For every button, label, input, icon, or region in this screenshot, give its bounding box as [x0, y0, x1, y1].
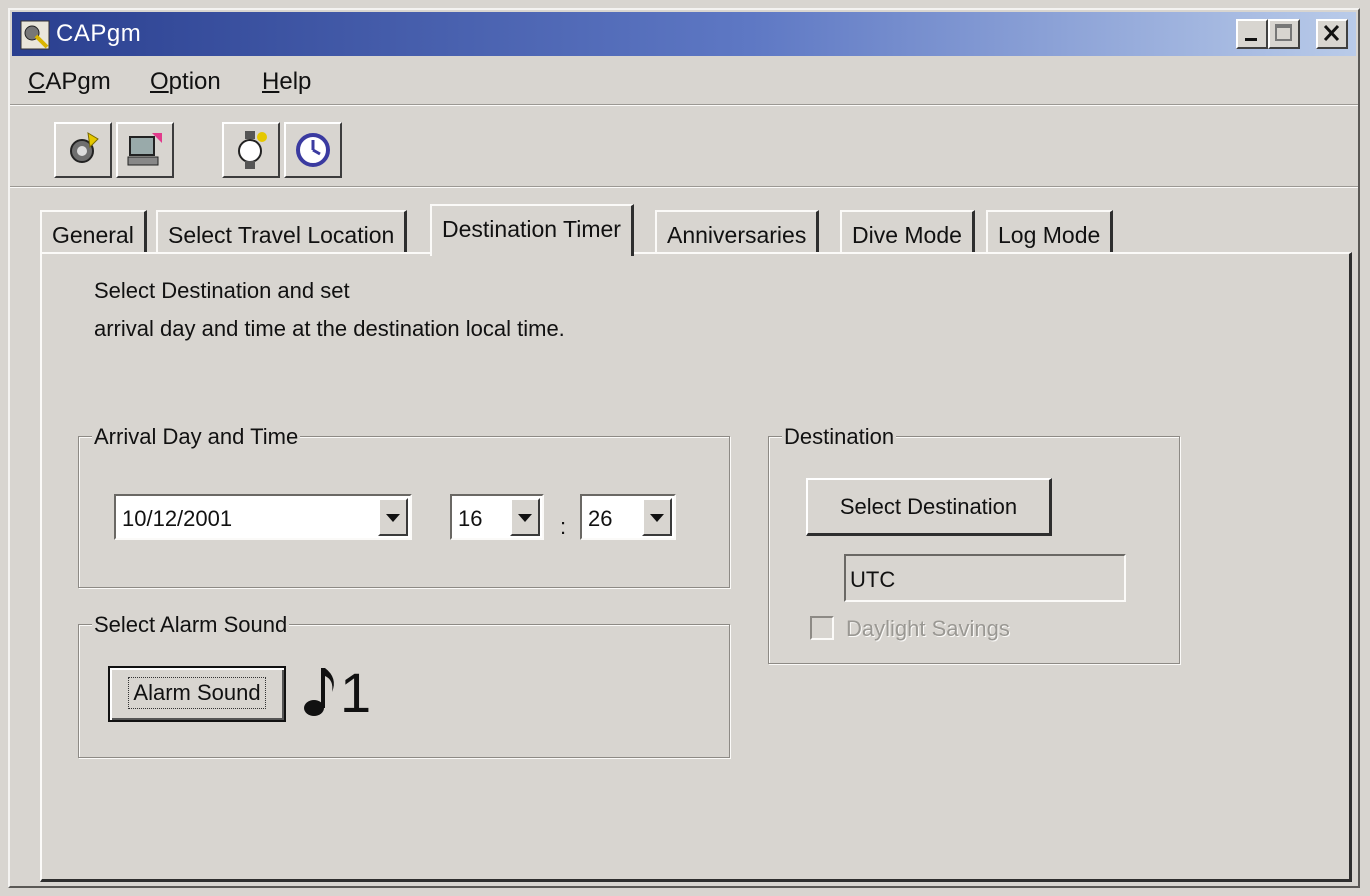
menu-option-label: ption [168, 68, 221, 95]
hour-dropdown-arrow-icon[interactable] [510, 498, 540, 536]
tab-anniversaries-label: Anniversaries [667, 222, 807, 248]
alarm-group-label: Select Alarm Sound [92, 612, 290, 638]
tab-dive-mode[interactable]: Dive Mode [840, 210, 975, 252]
date-select[interactable]: 10/12/2001 [114, 494, 412, 540]
menu-capgm-accel: C [28, 68, 46, 95]
tab-log-mode[interactable]: Log Mode [986, 210, 1114, 252]
minute-dropdown-arrow-icon[interactable] [642, 498, 672, 536]
menu-help-label: elp [279, 68, 312, 95]
computer-transfer-button[interactable] [116, 122, 174, 178]
maximize-button[interactable] [1268, 19, 1300, 49]
toolbar-bottom-divider [10, 186, 1358, 188]
tab-log-mode-label: Log Mode [998, 222, 1101, 248]
date-dropdown-arrow-icon[interactable] [378, 498, 408, 536]
destination-group-label: Destination [782, 424, 897, 450]
daylight-savings-checkbox[interactable] [810, 616, 834, 640]
hour-value: 16 [458, 506, 483, 531]
tab-destination-timer-label: Destination Timer [442, 216, 621, 242]
alarm-sound-number: 1 [340, 661, 372, 724]
alarm-sound-button[interactable]: Alarm Sound [108, 666, 286, 722]
tab-select-travel-location[interactable]: Select Travel Location [156, 210, 408, 252]
clock-button[interactable] [284, 122, 342, 178]
instruction-line-1: Select Destination and set [94, 278, 350, 303]
destination-field[interactable]: UTC [844, 554, 1126, 602]
minute-select[interactable]: 26 [580, 494, 676, 540]
music-note-icon [304, 668, 334, 716]
watch-sync-icon [70, 132, 99, 163]
menu-help-accel: H [262, 68, 280, 95]
hour-select[interactable]: 16 [450, 494, 544, 540]
close-icon [1323, 24, 1340, 42]
daylight-savings-label: Daylight Savings [846, 616, 1010, 641]
close-button[interactable] [1316, 19, 1348, 49]
select-destination-label: Select Destination [839, 494, 1018, 519]
menu-capgm-label: APgm [45, 68, 111, 95]
tab-destination-timer[interactable]: Destination Timer [430, 204, 634, 256]
app-icon [20, 20, 50, 50]
tab-general[interactable]: General [40, 210, 147, 252]
tab-general-label: General [52, 222, 134, 248]
destination-value: UTC [850, 567, 896, 592]
minimize-icon [1245, 38, 1257, 41]
window-title: CAPgm [56, 20, 142, 47]
watch-settings-icon [238, 131, 267, 169]
date-value: 10/12/2001 [122, 506, 233, 531]
tab-anniversaries[interactable]: Anniversaries [655, 210, 820, 252]
watch-settings-button[interactable] [222, 122, 280, 178]
alarm-sound-button-label: Alarm Sound [128, 677, 266, 709]
time-separator: : [560, 514, 567, 539]
toolbar-divider [10, 104, 1358, 106]
clock-icon [296, 133, 330, 167]
select-destination-button[interactable]: Select Destination [806, 478, 1052, 536]
menu-option[interactable]: Option [150, 68, 221, 96]
watch-sync-button[interactable] [54, 122, 112, 178]
instruction-line-2: arrival day and time at the destination … [94, 316, 565, 341]
menu-help[interactable]: Help [262, 68, 311, 96]
computer-transfer-icon [127, 133, 162, 166]
menu-bar: CAPgm Option Help [12, 62, 1356, 104]
tab-dive-mode-label: Dive Mode [852, 222, 962, 248]
arrival-group-label: Arrival Day and Time [92, 424, 301, 450]
alarm-sound-indicator: 1 [302, 664, 371, 721]
maximize-icon [1275, 24, 1292, 41]
tab-select-travel-location-label: Select Travel Location [168, 222, 395, 248]
minimize-button[interactable] [1236, 19, 1268, 49]
minute-value: 26 [588, 506, 613, 531]
title-bar[interactable]: CAPgm [12, 12, 1356, 56]
menu-option-accel: O [150, 68, 169, 95]
menu-capgm[interactable]: CAPgm [28, 68, 111, 96]
